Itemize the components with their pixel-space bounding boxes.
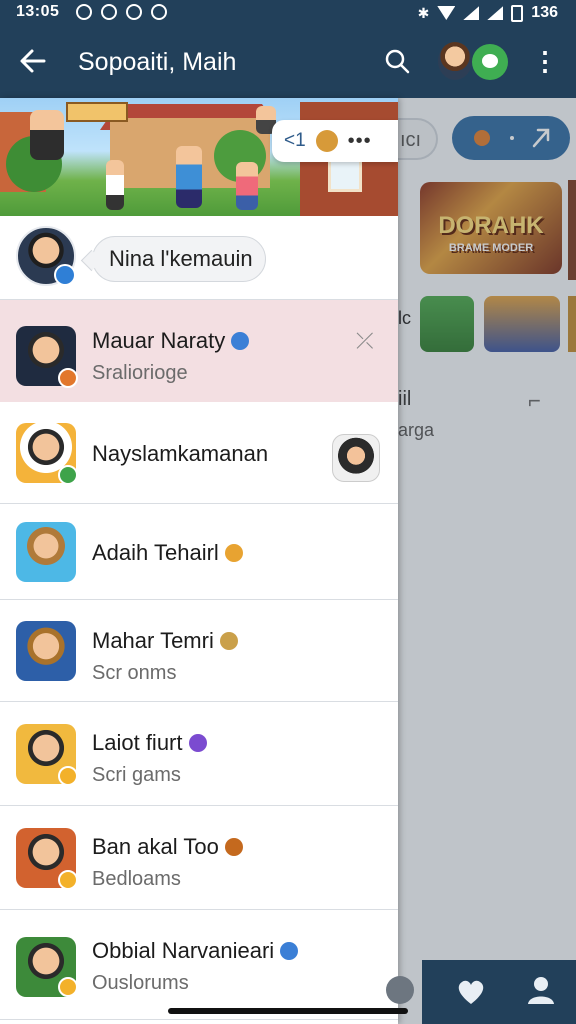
chat-row[interactable]: Mauar Naraty Sraliorioge ⤫ <box>0 300 398 412</box>
home-indicator[interactable] <box>168 1008 408 1014</box>
banner-character <box>236 162 258 210</box>
presence-badge-icon <box>58 870 78 890</box>
scrim-overlay[interactable] <box>398 98 576 1024</box>
banner-character <box>176 146 202 208</box>
chat-row[interactable]: Laiot fiurt Scri gams <box>0 702 398 806</box>
chat-name: Mahar Temri <box>92 628 238 654</box>
chat-name: Mauar Naraty <box>92 328 250 354</box>
profile-badge-icon <box>54 264 76 286</box>
bottom-nav <box>422 960 576 1024</box>
link-icon[interactable] <box>386 976 414 1004</box>
more-horiz-icon[interactable]: ••• <box>348 130 372 153</box>
presence-badge-icon <box>58 766 78 786</box>
banner-character <box>106 160 124 210</box>
navigation-drawer: <1 ••• Nina l'kemauin Mauar Naraty Sralio… <box>0 98 398 1024</box>
battery-icon <box>511 4 524 22</box>
status-avatar[interactable] <box>472 44 508 80</box>
chat-name: Nayslamkamanan <box>92 441 268 467</box>
presence-badge-icon <box>58 977 78 997</box>
emoji-icon <box>280 942 299 960</box>
status-bar: 13:05 ✱ 136 <box>0 0 576 26</box>
chat-name: Laiot fiurt <box>92 730 207 756</box>
presence-badge-icon <box>58 465 78 485</box>
chat-name: Adaih Tehairl <box>92 540 243 566</box>
status-time: 13:05 <box>16 3 60 20</box>
banner-window <box>328 158 362 192</box>
profile-row[interactable]: Nina l'kemauin <box>0 216 398 300</box>
chat-row[interactable]: Mahar Temri Scr onms <box>0 600 398 702</box>
presence-badge-icon <box>58 368 78 388</box>
chat-avatar[interactable] <box>16 522 76 582</box>
notification-icon <box>76 4 92 20</box>
search-icon[interactable] <box>384 48 410 74</box>
chat-name-text: Obbial Narvanieari <box>92 938 275 963</box>
signal-icon <box>487 6 504 20</box>
banner-pill-label: <1 <box>284 130 306 151</box>
chat-row[interactable]: Adaih Tehairl <box>0 504 398 600</box>
dismiss-icon[interactable]: ⤫ <box>356 328 374 354</box>
person-icon[interactable] <box>526 974 556 1006</box>
battery-percent: 136 <box>531 4 558 21</box>
emoji-icon <box>315 130 338 152</box>
chat-name-text: Mauar Naraty <box>92 328 226 353</box>
more-vert-icon[interactable]: ⋮ <box>532 46 558 78</box>
emoji-icon <box>219 632 238 650</box>
banner-sign <box>66 102 128 122</box>
chat-avatar[interactable] <box>16 621 76 681</box>
emoji-icon <box>224 838 243 856</box>
chat-name: Ban akal Too <box>92 834 243 860</box>
chat-name-text: Adaih Tehairl <box>92 540 219 565</box>
chat-subtitle: Scr onms <box>92 662 177 684</box>
chat-name-text: Laiot fiurt <box>92 730 183 755</box>
chat-subtitle: Bedloams <box>92 868 181 890</box>
notification-icon <box>101 4 117 20</box>
status-system-icons: ✱ 136 <box>418 4 558 22</box>
chat-name-text: Nayslamkamanan <box>92 441 269 466</box>
emoji-icon <box>231 332 250 350</box>
notification-icon <box>126 4 142 20</box>
chat-subtitle: Scri gams <box>92 764 181 786</box>
chat-subtitle: Sraliorioge <box>92 362 188 384</box>
emoji-icon <box>188 734 207 752</box>
chat-subtitle: Ouslorums <box>92 972 189 994</box>
app-title: Sopoaiti, Maih <box>78 48 237 76</box>
status-notification-icons <box>76 4 167 20</box>
profile-status-bubble[interactable]: Nina l'kemauin <box>92 236 266 282</box>
notification-icon <box>151 4 167 20</box>
wifi-icon <box>437 6 456 20</box>
signal-icon <box>463 6 480 20</box>
chat-row[interactable]: Nayslamkamanan <box>0 402 398 504</box>
chat-row[interactable]: Ban akal Too Bedloams <box>0 806 398 910</box>
banner-action-pill[interactable]: <1 ••• <box>272 120 398 162</box>
heart-icon[interactable] <box>456 978 486 1006</box>
back-arrow-icon[interactable] <box>18 44 48 78</box>
app-bar: Sopoaiti, Maih ⋮ <box>0 26 576 98</box>
emoji-icon <box>224 544 243 562</box>
banner-character <box>30 110 64 160</box>
chat-name: Obbial Narvanieari <box>92 938 299 964</box>
contact-thumbnail[interactable] <box>332 434 380 482</box>
chat-name-text: Mahar Temri <box>92 628 214 653</box>
chat-name-text: Ban akal Too <box>92 834 219 859</box>
bluetooth-icon: ✱ <box>417 4 430 21</box>
user-avatar[interactable] <box>438 42 472 80</box>
chat-row[interactable]: Obbial Narvanieari Ouslorums <box>0 910 398 1020</box>
